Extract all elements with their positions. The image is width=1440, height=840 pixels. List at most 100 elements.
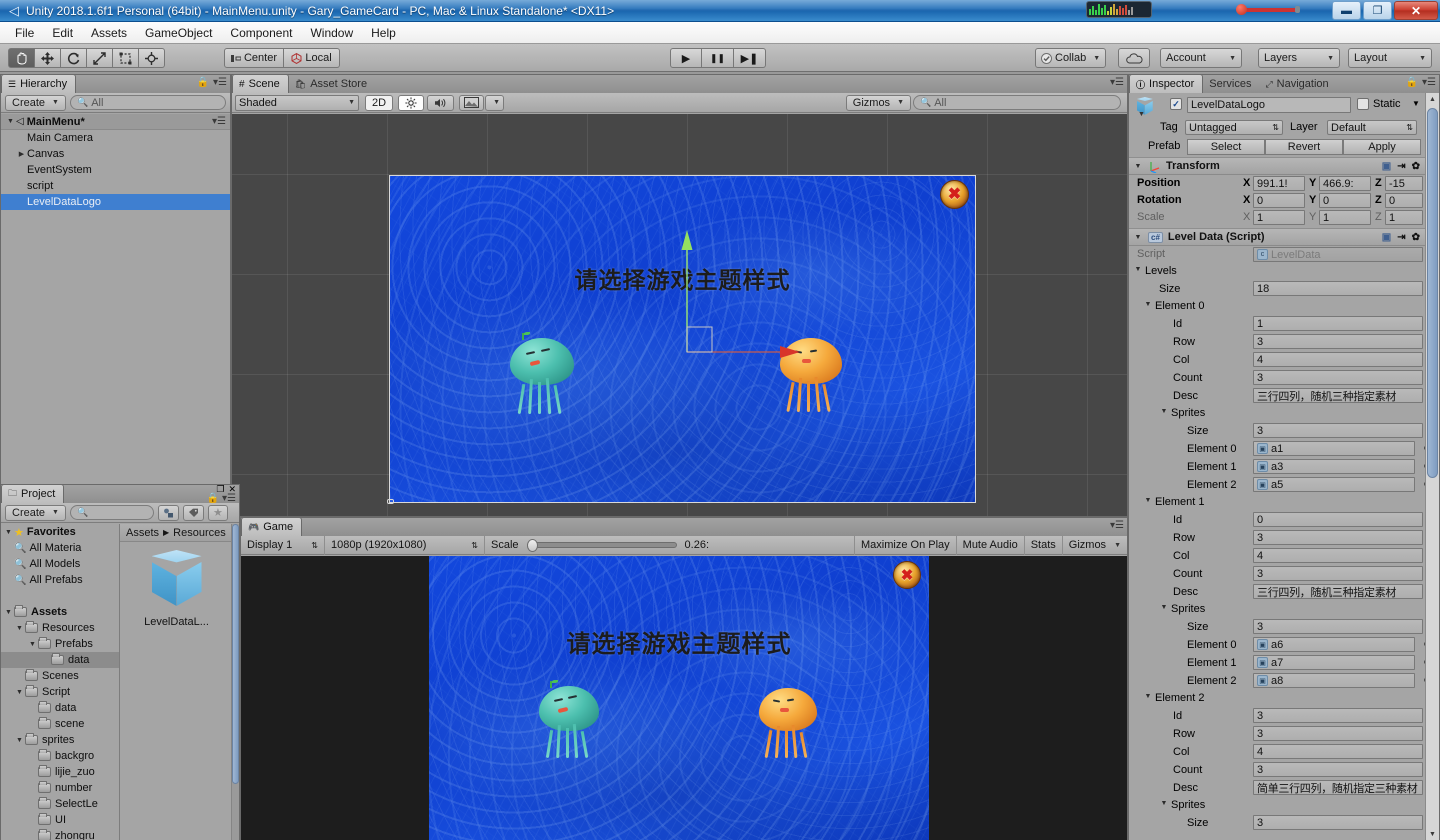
scene-audio-toggle[interactable] [427,94,455,111]
tab-scene[interactable]: # Scene [232,74,289,93]
element-0-col-input[interactable]: 4 [1253,352,1423,367]
project-all-models-row[interactable]: 🔍 All Models [1,556,119,572]
menu-file[interactable]: File [6,24,43,42]
menu-window[interactable]: Window [301,24,362,42]
project-prefabs-row[interactable]: ▼ Prefabs [1,636,119,652]
script-object-field[interactable]: c LevelData [1253,247,1423,262]
inspector-scroll-thumb[interactable] [1427,108,1438,478]
scene-menu-icon[interactable]: ▾☰ [1110,77,1124,88]
scene-effects-toggle[interactable] [459,94,485,111]
transform-component-header[interactable]: ▼ Transform ▣ ⇥ ✿ [1129,157,1426,175]
step-button[interactable]: ▶❚ [734,48,766,68]
project-script-row[interactable]: ▼ Script [1,684,119,700]
chevron-down-icon[interactable]: ▼ [14,625,25,632]
menu-edit[interactable]: Edit [43,24,82,42]
sidebar-item-leveldatalogo[interactable]: LevelDataLogo [1,194,230,210]
position-x-input[interactable]: 991.1! [1253,176,1305,191]
rotation-y-input[interactable]: 0 [1319,193,1371,208]
menu-component[interactable]: Component [221,24,301,42]
element-1-sprites-foldout[interactable]: ▼ Sprites [1129,601,1426,618]
element-0-foldout[interactable]: ▼ Element 0 [1129,298,1426,315]
scale-x-input[interactable]: 1 [1253,210,1305,225]
sidebar-item-script[interactable]: script [1,178,230,194]
scene-gizmos-button[interactable]: Gizmos ▼ [845,94,911,111]
levels-size-input[interactable]: 18 [1253,281,1423,296]
chevron-down-icon[interactable]: ▼ [14,737,25,744]
hierarchy-create-button[interactable]: Create ▼ [5,94,66,111]
chevron-down-icon[interactable]: ▼ [1143,301,1153,308]
game-resolution-dropdown[interactable]: 1080p (1920x1080) ⇅ [325,535,485,555]
prefab-apply-button[interactable]: Apply [1343,139,1421,155]
element-0-id-input[interactable]: 1 [1253,316,1423,331]
chevron-down-icon[interactable]: ▼ [1159,800,1169,807]
chevron-down-icon[interactable]: ▼ [14,689,25,696]
element-1-sprite-0-field[interactable]: ▣ a6 [1253,637,1415,652]
prefab-select-button[interactable]: Select [1187,139,1265,155]
scale-tool-button[interactable] [87,48,113,68]
element-0-sprite-0-field[interactable]: ▣ a1 [1253,441,1415,456]
pivot-rotation-button[interactable]: Local [284,48,340,68]
account-button[interactable]: Account ▼ [1160,48,1242,68]
levels-foldout-row[interactable]: ▼ Levels [1129,263,1426,280]
canvas-resize-handle[interactable] [387,499,394,504]
chevron-down-icon[interactable]: ▼ [1133,266,1143,273]
layout-button[interactable]: Layout ▼ [1348,48,1432,68]
project-scenes-row[interactable]: Scenes [1,668,119,684]
project-sprites-zhongru-row[interactable]: zhongru [1,828,119,840]
element-1-id-input[interactable]: 0 [1253,512,1423,527]
project-assets-row[interactable]: ▼ Assets [1,604,119,620]
chevron-down-icon[interactable]: ▼ [1159,604,1169,611]
project-sprites-ui-row[interactable]: UI [1,812,119,828]
project-resources-row[interactable]: ▼ Resources [1,620,119,636]
project-search-input[interactable]: 🔍 [69,505,154,520]
project-script-data-row[interactable]: data [1,700,119,716]
chevron-down-icon[interactable]: ▼ [5,118,16,125]
project-all-materials-row[interactable]: 🔍 All Materia [1,540,119,556]
stats-toggle[interactable]: Stats [1025,535,1063,555]
project-favorites-row[interactable]: ▼ ★ Favorites [1,524,119,540]
object-name-input[interactable]: LevelDataLogo [1187,97,1351,113]
game-scale-slider[interactable] [526,539,677,552]
chevron-down-icon[interactable]: ▼ [27,641,38,648]
tag-dropdown[interactable]: Untagged ⇅ [1185,120,1283,135]
menu-help[interactable]: Help [362,24,405,42]
game-gizmos-button[interactable]: Gizmos ▼ [1063,536,1127,555]
hierarchy-menu-icon[interactable]: ▾☰ [213,77,227,88]
chevron-down-icon[interactable]: ▼ [3,609,14,616]
project-sprites-row[interactable]: ▼ sprites [1,732,119,748]
chevron-down-icon[interactable]: ▼ [1133,234,1143,241]
scale-y-input[interactable]: 1 [1319,210,1371,225]
rotation-z-input[interactable]: 0 [1385,193,1423,208]
element-0-sprite-2-field[interactable]: ▣ a5 [1253,477,1415,492]
tab-asset-store[interactable]: 🛍 Asset Store [289,75,375,93]
element-2-sprites-size-input[interactable]: 3 [1253,815,1423,830]
filter-by-favorite-button[interactable]: ★ [207,504,228,521]
inspector-menu-icon[interactable]: ▾☰ [1422,77,1436,88]
element-2-count-input[interactable]: 3 [1253,762,1423,777]
game-close-icon[interactable]: ✖ [893,561,921,589]
leveldata-component-header[interactable]: ▼ c# Level Data (Script) ▣ ⇥ ✿ [1129,228,1426,246]
element-0-sprites-foldout[interactable]: ▼ Sprites [1129,405,1426,422]
project-all-prefabs-row[interactable]: 🔍 All Prefabs [1,572,119,588]
project-sprites-selectle-row[interactable]: SelectLe [1,796,119,812]
chevron-down-icon[interactable]: ▼ [1159,408,1169,415]
element-1-col-input[interactable]: 4 [1253,548,1423,563]
rect-tool-button[interactable] [113,48,139,68]
element-1-sprite-2-field[interactable]: ▣ a8 [1253,673,1415,688]
minimize-button[interactable]: ▬ [1332,1,1361,20]
layer-dropdown[interactable]: Default ⇅ [1327,120,1417,135]
game-teal-jellyfish[interactable] [539,680,599,759]
project-create-button[interactable]: Create ▼ [5,504,66,521]
element-1-desc-input[interactable]: 三行四列，随机三种指定素材 [1253,584,1423,599]
element-0-count-input[interactable]: 3 [1253,370,1423,385]
gear-icon[interactable]: ✿ [1412,232,1420,243]
filter-by-label-button[interactable] [182,504,204,521]
hierarchy-search-input[interactable]: 🔍 All [69,95,226,110]
scroll-up-icon[interactable]: ▲ [1426,93,1439,106]
maximize-button[interactable]: ❐ [1363,1,1392,20]
element-2-sprites-foldout[interactable]: ▼ Sprites [1129,797,1426,814]
chevron-down-icon[interactable]: ▼ [1133,163,1143,170]
position-z-input[interactable]: -15 [1385,176,1423,191]
tab-game[interactable]: 🎮 Game [241,517,303,536]
element-2-id-input[interactable]: 3 [1253,708,1423,723]
